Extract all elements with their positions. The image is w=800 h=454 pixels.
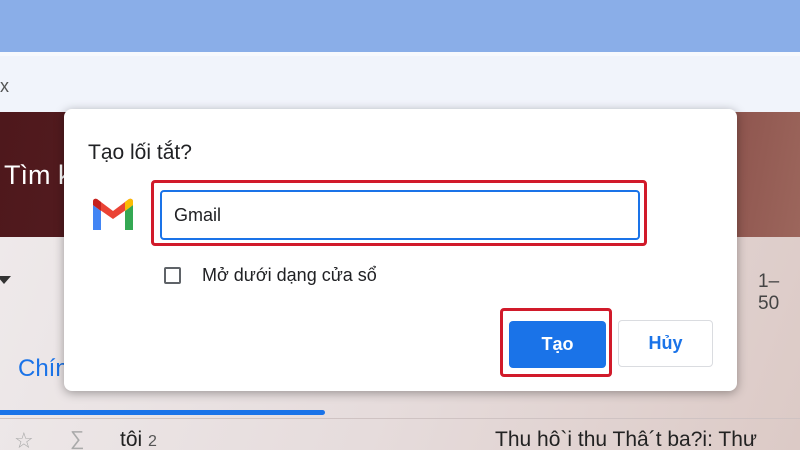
create-button[interactable]: Tạo — [509, 321, 606, 368]
table-row-sender[interactable]: tôi 2 — [120, 428, 157, 452]
label-icon[interactable]: ∑ — [70, 428, 84, 451]
create-shortcut-dialog: Tạo lối tắt? Mở dưới dạng cửa sổ Tạo Hủy — [64, 109, 737, 391]
address-bar-text: x — [0, 76, 9, 96]
browser-title-bar — [0, 0, 800, 52]
row-divider — [0, 418, 800, 419]
tab-primary[interactable]: Chín — [18, 355, 69, 383]
open-as-window-label[interactable]: Mở dưới dạng cửa sổ — [202, 265, 377, 286]
star-icon[interactable]: ☆ — [14, 428, 34, 454]
tab-primary-indicator — [0, 410, 325, 415]
search-placeholder[interactable]: Tìm k — [4, 160, 72, 191]
shortcut-name-input[interactable] — [160, 190, 640, 240]
cancel-button[interactable]: Hủy — [618, 320, 713, 367]
dialog-title: Tạo lối tắt? — [88, 141, 192, 164]
gmail-icon — [93, 198, 133, 230]
select-dropdown-icon[interactable] — [0, 276, 11, 284]
pagination-count: 1–50 — [758, 271, 780, 314]
open-as-window-checkbox[interactable] — [164, 267, 181, 284]
browser-address-bar[interactable]: x — [0, 52, 800, 112]
table-row-subject[interactable]: Thu hô`i thu Thâ´t ba?i: Thư — [495, 428, 757, 452]
